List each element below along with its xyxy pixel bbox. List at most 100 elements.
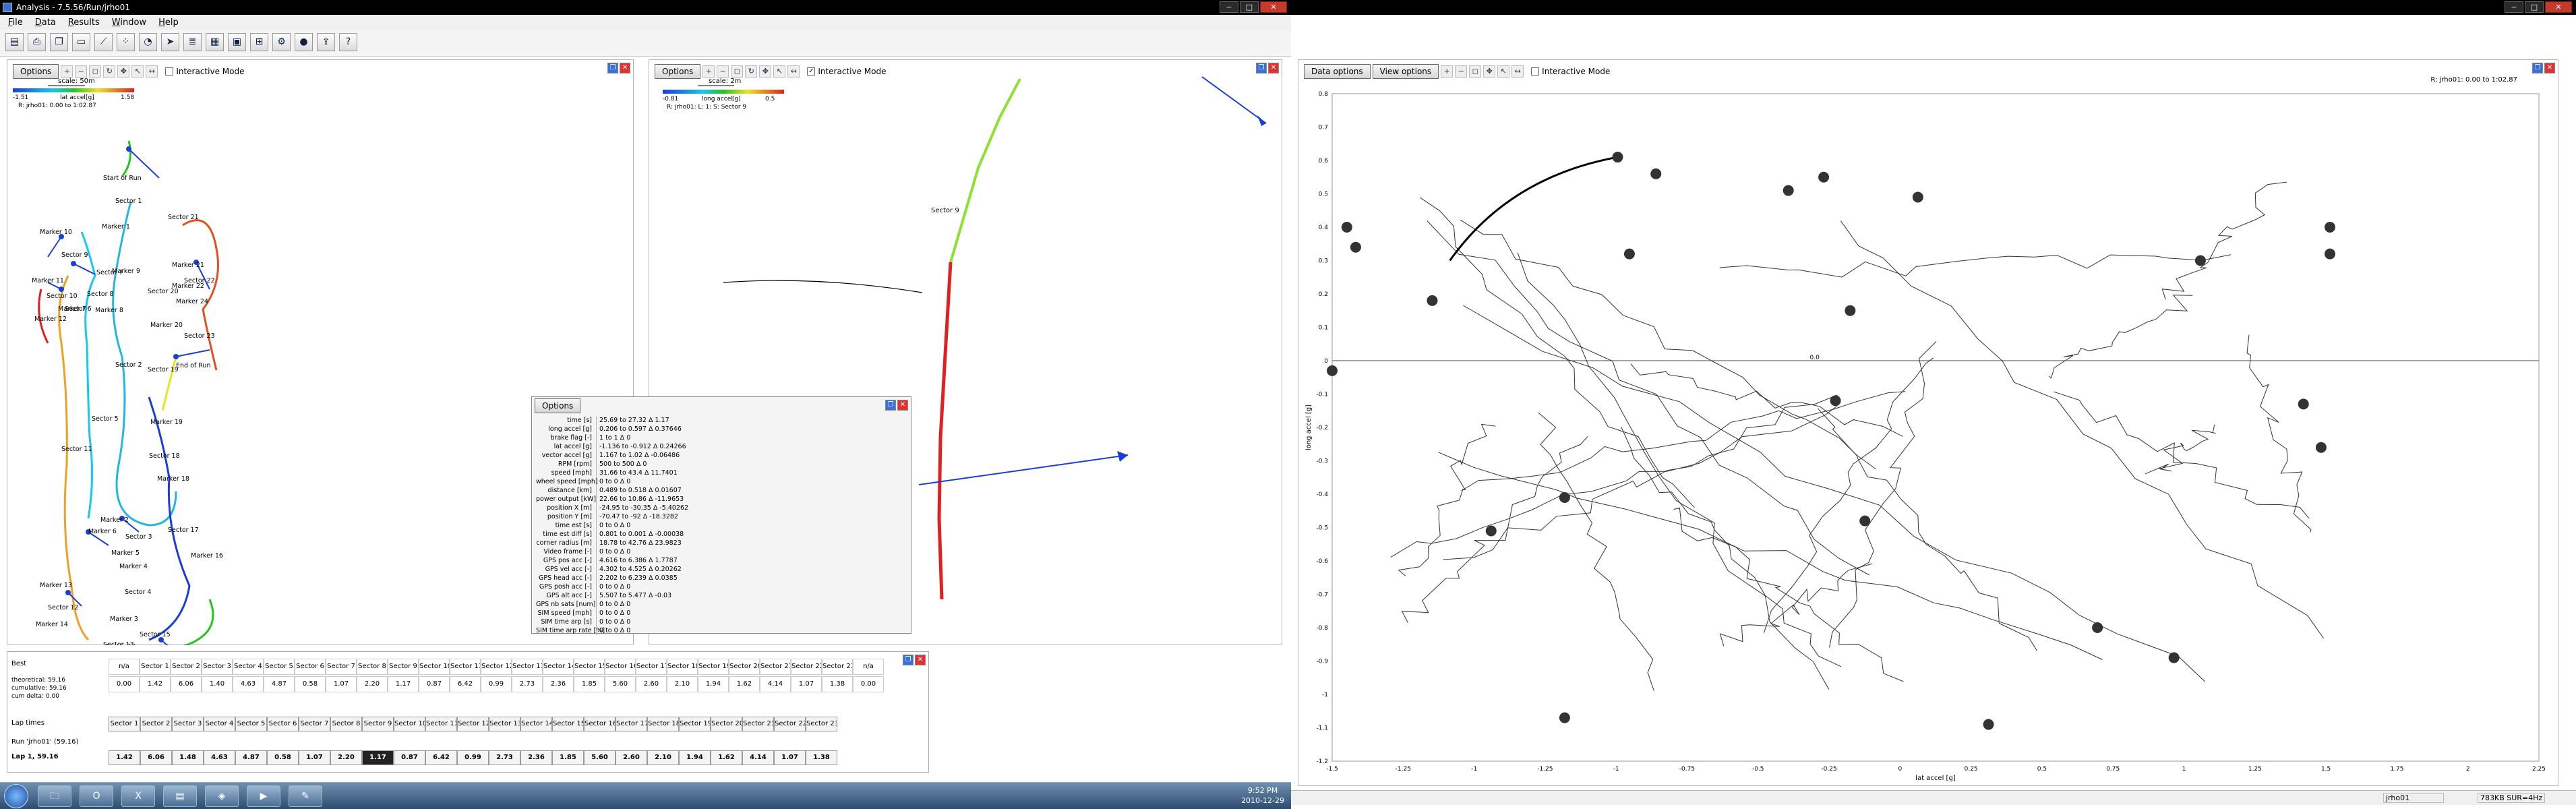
sector-header-cell[interactable]: n/a bbox=[109, 659, 140, 675]
gg-marker-point[interactable] bbox=[1350, 241, 1361, 253]
system-clock[interactable]: 9:52 PM 2010-12-29 bbox=[1241, 785, 1284, 807]
sector-value-cell[interactable]: 1.62 bbox=[729, 676, 760, 692]
gg-marker-point[interactable] bbox=[1830, 395, 1841, 407]
sector-header-cell[interactable]: Sector 11 bbox=[450, 659, 481, 675]
export-icon[interactable]: ⇪ bbox=[317, 33, 335, 51]
maximize-button-right[interactable]: □ bbox=[2525, 1, 2544, 13]
lap-header-cell[interactable]: Sector 4 bbox=[204, 717, 235, 731]
lap-value-cell[interactable]: 2.60 bbox=[616, 750, 647, 765]
table-close-button[interactable]: ✕ bbox=[915, 655, 926, 665]
lap-header-cell[interactable]: Sector 12 bbox=[457, 717, 489, 731]
lap-header-cell[interactable]: Sector 22 bbox=[774, 717, 806, 731]
sector-header-cell[interactable]: n/a bbox=[853, 659, 884, 675]
copy-icon[interactable]: ❐ bbox=[50, 33, 68, 51]
info-options-button[interactable]: Options bbox=[535, 398, 581, 413]
gauge-icon[interactable]: ◔ bbox=[139, 33, 157, 51]
gg-marker-point[interactable] bbox=[1623, 248, 1635, 260]
sector-header-cell[interactable]: Sector 22 bbox=[791, 659, 822, 675]
lap-header-cell[interactable]: Sector 15 bbox=[552, 717, 584, 731]
lap-value-cell[interactable]: 5.60 bbox=[584, 750, 616, 765]
start-button[interactable] bbox=[4, 784, 28, 808]
sector-header-cell[interactable]: Sector 7 bbox=[326, 659, 357, 675]
gg-marker-point[interactable] bbox=[2092, 622, 2103, 633]
lap-header-cell[interactable]: Sector 2 bbox=[140, 717, 172, 731]
chart-icon[interactable]: ⟋ bbox=[94, 33, 113, 51]
close-button-right[interactable]: ✕ bbox=[2545, 1, 2572, 13]
lap-value-cell[interactable]: 4.87 bbox=[235, 750, 267, 765]
lap-header-cell[interactable]: Sector 14 bbox=[520, 717, 552, 731]
sector-value-cell[interactable]: 0.58 bbox=[295, 676, 326, 692]
grid-icon[interactable]: ▦ bbox=[206, 33, 224, 51]
print-icon[interactable]: ⎙ bbox=[28, 33, 46, 51]
sector-header-cell[interactable]: Sector 16 bbox=[605, 659, 636, 675]
gg-marker-point[interactable] bbox=[2315, 442, 2327, 453]
info-popup[interactable]: Options ❐ ✕ time [s] 25.69 to 27.32 Δ 1.17… bbox=[531, 396, 911, 635]
sector-value-cell[interactable]: 5.60 bbox=[605, 676, 636, 692]
open-icon[interactable]: ▤ bbox=[5, 33, 24, 51]
taskbar-app-icon[interactable]: ◈ bbox=[205, 785, 239, 807]
sector-header-cell[interactable]: Sector 3 bbox=[202, 659, 233, 675]
gg-marker-point[interactable] bbox=[1327, 365, 1338, 376]
lap-value-cell[interactable]: 2.36 bbox=[520, 750, 552, 765]
sector-value-cell[interactable]: 1.17 bbox=[388, 676, 419, 692]
taskbar-excel-icon[interactable]: X bbox=[121, 785, 155, 807]
run-icon[interactable]: ➤ bbox=[161, 33, 179, 51]
gg-marker-point[interactable] bbox=[1341, 222, 1352, 233]
run-label[interactable]: Run 'jrho01' (59.16) bbox=[11, 738, 78, 746]
sector-value-cell[interactable]: 1.40 bbox=[202, 676, 233, 692]
sector-value-cell[interactable]: 6.42 bbox=[450, 676, 481, 692]
menu-file[interactable]: File bbox=[8, 18, 23, 28]
taskbar-analysis-icon[interactable]: ▤ bbox=[163, 785, 197, 807]
lap-header-cell[interactable]: Sector 7 bbox=[299, 717, 330, 731]
lap-header-cell[interactable]: Sector 11 bbox=[425, 717, 457, 731]
lap-header-cell[interactable]: Sector 9 bbox=[362, 717, 394, 731]
minimize-button[interactable]: − bbox=[1220, 1, 1238, 13]
minimize-button-right[interactable]: − bbox=[2505, 1, 2523, 13]
sector-header-cell[interactable]: Sector 19 bbox=[698, 659, 729, 675]
sector-header-cell[interactable]: Sector 12 bbox=[481, 659, 512, 675]
menu-window[interactable]: Window bbox=[112, 18, 146, 28]
info-restore-button[interactable]: ❐ bbox=[885, 400, 896, 411]
sector-value-cell[interactable]: 4.87 bbox=[264, 676, 295, 692]
menu-data[interactable]: Data bbox=[35, 18, 56, 28]
sector-header-cell[interactable]: Sector 8 bbox=[357, 659, 388, 675]
gg-marker-point[interactable] bbox=[2168, 652, 2180, 663]
sector-value-cell[interactable]: 1.07 bbox=[791, 676, 822, 692]
lap-header-cell[interactable]: Sector 16 bbox=[584, 717, 616, 731]
sector-header-cell[interactable]: Sector 10 bbox=[419, 659, 450, 675]
lap-value-cell[interactable]: 1.17 bbox=[362, 750, 394, 765]
gg-marker-point[interactable] bbox=[1559, 712, 1570, 723]
gg-marker-point[interactable] bbox=[1859, 515, 1871, 527]
lap-header-cell[interactable]: Sector 6 bbox=[267, 717, 299, 731]
sector-value-cell[interactable]: 1.94 bbox=[698, 676, 729, 692]
lap-header-cell[interactable]: Sector 17 bbox=[616, 717, 647, 731]
sector-header-cell[interactable]: Sector 13 bbox=[512, 659, 543, 675]
info-close-button[interactable]: ✕ bbox=[897, 400, 908, 411]
gg-marker-point[interactable] bbox=[1427, 295, 1438, 306]
lap-value-cell[interactable]: 6.42 bbox=[425, 750, 457, 765]
taskbar-explorer-icon[interactable]: 🗀 bbox=[38, 785, 71, 807]
lap-header-cell[interactable]: Sector 21 bbox=[742, 717, 774, 731]
gg-scatter-chart[interactable]: 0.8 0.7 0.6 0.5 0.4 0.3 0.2 0.1 0 -0.1 -0.2 -0.3 -0.… bbox=[1298, 60, 2559, 787]
gg-marker-point[interactable] bbox=[2325, 248, 2336, 260]
table-icon[interactable]: ⊞ bbox=[250, 33, 268, 51]
menu-results[interactable]: Results bbox=[68, 18, 100, 28]
image-icon[interactable]: ▣ bbox=[228, 33, 246, 51]
sector-value-cell[interactable]: 4.14 bbox=[760, 676, 791, 692]
sector-header-cell[interactable]: Sector 14 bbox=[543, 659, 574, 675]
gg-marker-point[interactable] bbox=[1783, 185, 1794, 196]
lap-value-cell[interactable]: 2.73 bbox=[489, 750, 520, 765]
sector-value-cell[interactable]: 0.00 bbox=[853, 676, 884, 692]
lap-header-cell[interactable]: Sector 23 bbox=[806, 717, 837, 731]
right-window-titlebar[interactable]: − □ ✕ bbox=[1291, 0, 2576, 15]
sector-value-cell[interactable]: 2.73 bbox=[512, 676, 543, 692]
lap-header-cell[interactable]: Sector 18 bbox=[647, 717, 679, 731]
gg-marker-point[interactable] bbox=[1559, 491, 1570, 503]
sector-header-cell[interactable]: Sector 6 bbox=[295, 659, 326, 675]
lap-header-cell[interactable]: Sector 8 bbox=[330, 717, 362, 731]
lap-value-cell[interactable]: 0.87 bbox=[394, 750, 425, 765]
scatter-icon[interactable]: ⁘ bbox=[117, 33, 135, 51]
gg-marker-point[interactable] bbox=[2298, 398, 2309, 410]
gg-marker-point[interactable] bbox=[1650, 168, 1662, 179]
lap-header-cell[interactable]: Sector 20 bbox=[711, 717, 742, 731]
